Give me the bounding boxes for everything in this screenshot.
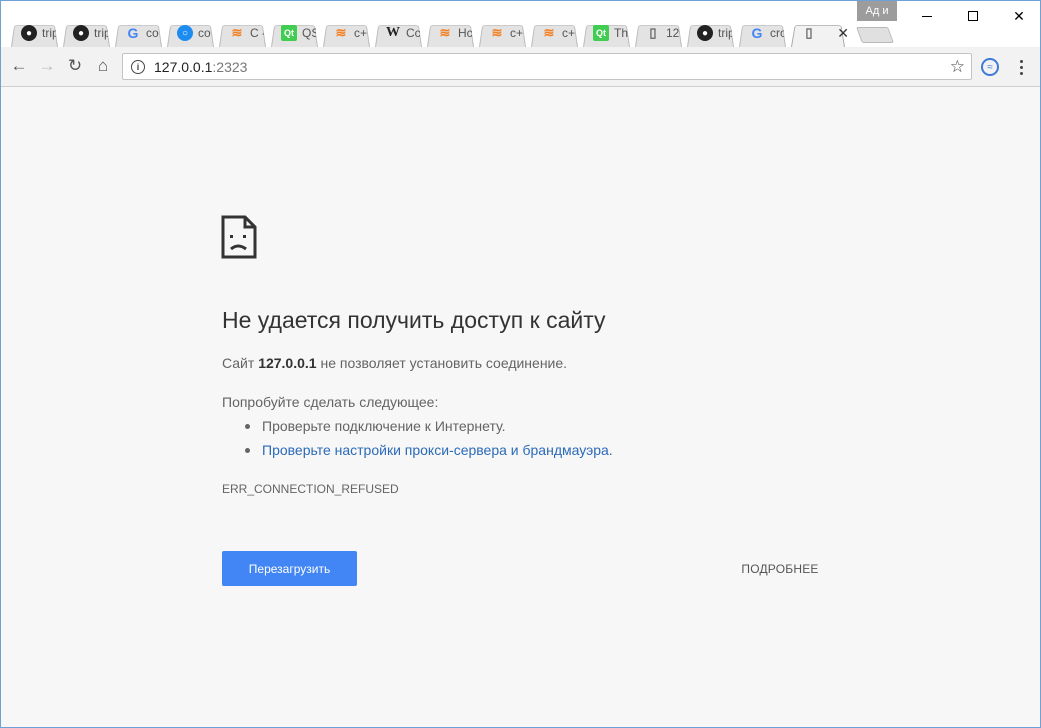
tab-title: co <box>198 26 211 40</box>
forward-arrow-icon: → <box>38 56 56 75</box>
tab-title: Hc <box>458 26 472 40</box>
google-icon: G <box>127 25 139 41</box>
browser-tab[interactable]: Gcro <box>735 19 790 47</box>
site-info-icon[interactable]: i <box>131 59 145 74</box>
reload-page-button[interactable]: Перезагрузить <box>222 551 357 586</box>
tab-title: Th <box>614 26 628 40</box>
browser-tab[interactable]: Qt Th <box>579 19 634 47</box>
browser-tab[interactable]: ≋ C - <box>215 19 270 47</box>
qt-icon: Qt <box>281 25 297 41</box>
tab-title: Cc <box>406 26 420 40</box>
tab-title: c+ <box>510 26 524 40</box>
forward-button[interactable]: → <box>34 53 60 79</box>
bookmark-star-icon[interactable]: ☆ <box>950 57 965 77</box>
suggestions-list: Проверьте подключение к Интернету. Прове… <box>222 418 613 466</box>
profile-badge[interactable]: Ад и <box>857 1 897 21</box>
home-button[interactable]: ⌂ <box>90 53 116 79</box>
browser-tab[interactable]: W Cc <box>371 19 426 47</box>
browser-tab[interactable]: ≋ c+ <box>527 19 582 47</box>
tab-title: QS <box>302 26 316 40</box>
maximize-button[interactable] <box>950 1 996 31</box>
tab-title: c+ <box>562 26 576 40</box>
tab-title: 12 <box>666 26 680 40</box>
google-icon: G <box>751 25 763 41</box>
tab-strip: ●trip●tripGco○co≋C -QtQS≋c+WCc≋Hc≋c+≋c+Q… <box>7 19 849 47</box>
browser-tab[interactable]: ▯ 12 <box>631 19 686 47</box>
suggestion-check-connection: Проверьте подключение к Интернету. <box>222 418 613 442</box>
minimize-icon <box>922 15 932 17</box>
tab-title: trip <box>718 26 732 40</box>
close-icon: ✕ <box>1013 7 1025 24</box>
tab-title: c+ <box>354 26 368 40</box>
minimize-button[interactable] <box>904 1 950 31</box>
browser-tab[interactable]: ≋ c+ <box>319 19 374 47</box>
browser-tab[interactable]: Gco <box>111 19 166 47</box>
error-host: 127.0.0.1 <box>258 355 317 371</box>
document-icon: ▯ <box>805 25 813 40</box>
extension-icon[interactable]: ≈ <box>981 58 999 76</box>
reload-icon: ↻ <box>67 56 83 75</box>
github-icon: ● <box>21 25 37 41</box>
document-icon: ▯ <box>649 25 657 40</box>
browser-toolbar: ← → ↻ ⌂ i 127.0.0.1:2323 ☆ ≈ <box>1 47 1040 87</box>
chat-icon: ○ <box>177 25 193 41</box>
title-bar: ●trip●tripGco○co≋C -QtQS≋c+WCc≋Hc≋c+≋c+Q… <box>1 1 1040 47</box>
browser-tab[interactable]: ○ co <box>163 19 218 47</box>
tab-title: C - <box>250 26 264 40</box>
suggestion-check-proxy-link[interactable]: Проверьте настройки прокси-сервера и бра… <box>222 442 613 466</box>
tab-title: cro <box>770 26 784 40</box>
github-icon: ● <box>697 25 713 41</box>
browser-tab[interactable]: ● trip <box>683 19 738 47</box>
url-text[interactable]: 127.0.0.1:2323 <box>154 59 247 75</box>
stackoverflow-icon: ≋ <box>335 25 347 40</box>
browser-tab[interactable]: ▯ ✕ <box>787 19 849 47</box>
stackoverflow-icon: ≋ <box>491 25 503 40</box>
back-button[interactable]: ← <box>6 53 32 79</box>
stackoverflow-icon: ≋ <box>543 25 555 40</box>
github-icon: ● <box>73 25 89 41</box>
close-window-button[interactable]: ✕ <box>996 1 1041 31</box>
browser-tab[interactable]: ≋ c+ <box>475 19 530 47</box>
maximize-icon <box>968 11 978 21</box>
error-title: Не удается получить доступ к сайту <box>222 307 606 333</box>
url-port: :2323 <box>212 58 248 75</box>
stackoverflow-icon: ≋ <box>439 25 451 40</box>
tab-close-icon[interactable]: ✕ <box>837 25 849 42</box>
details-button[interactable]: ПОДРОБНЕЕ <box>733 559 827 579</box>
browser-menu-icon[interactable] <box>1013 55 1029 79</box>
tab-title: trip <box>94 26 108 40</box>
stackoverflow-icon: ≋ <box>231 25 243 40</box>
qt-icon: Qt <box>593 25 609 41</box>
browser-tab[interactable]: ≋ Hc <box>423 19 478 47</box>
address-bar[interactable]: i 127.0.0.1:2323 ☆ <box>122 53 972 80</box>
wikipedia-icon: W <box>386 25 400 40</box>
url-host: 127.0.0.1 <box>154 58 213 75</box>
reload-button[interactable]: ↻ <box>62 53 88 79</box>
browser-tab[interactable]: Qt QS <box>267 19 322 47</box>
tab-title: trip <box>42 26 56 40</box>
back-arrow-icon: ← <box>10 56 28 75</box>
sad-page-icon <box>221 215 257 259</box>
new-tab-button[interactable] <box>856 27 894 43</box>
browser-tab[interactable]: ● trip <box>7 19 62 47</box>
error-description: Сайт 127.0.0.1 не позволяет установить с… <box>222 355 568 371</box>
home-icon: ⌂ <box>97 56 109 75</box>
browser-tab[interactable]: ● trip <box>59 19 114 47</box>
suggestions-heading: Попробуйте сделать следующее: <box>222 394 439 410</box>
error-code: ERR_CONNECTION_REFUSED <box>222 482 399 496</box>
tab-title: co <box>146 26 159 40</box>
